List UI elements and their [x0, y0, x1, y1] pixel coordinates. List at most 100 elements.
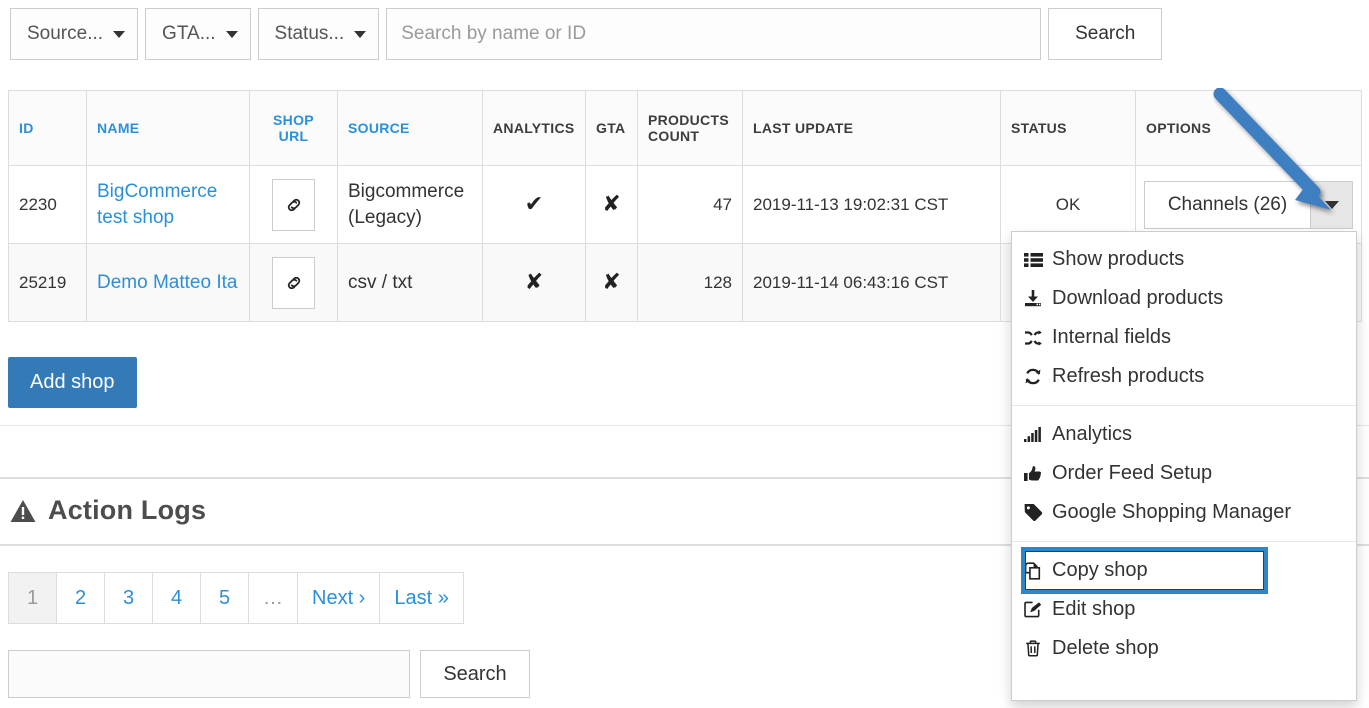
col-header-name[interactable]: NAME — [86, 90, 250, 166]
col-header-products-count: PRODUCTS COUNT — [637, 90, 743, 166]
menu-item-label: Edit shop — [1052, 598, 1136, 620]
menu-item-analytics[interactable]: Analytics — [1012, 415, 1356, 454]
caret-down-icon — [1324, 200, 1339, 209]
col-header-gta: GTA — [585, 90, 638, 166]
search-button[interactable]: Search — [1048, 8, 1163, 60]
menu-item-label: Show products — [1052, 248, 1185, 270]
menu-item-delete-shop[interactable]: Delete shop — [1012, 629, 1356, 668]
search-group: Search — [386, 8, 1163, 60]
col-header-id[interactable]: ID — [8, 90, 87, 166]
cell-gta: ✘ — [585, 243, 638, 322]
options-split-button: Channels (26) — [1144, 180, 1353, 229]
menu-item-label: Google Shopping Manager — [1052, 501, 1292, 523]
cross-icon: ✘ — [602, 269, 621, 294]
link-icon[interactable] — [272, 178, 315, 231]
page-next[interactable]: Next › — [297, 572, 381, 624]
table-header-row: ID NAME SHOP URL SOURCE ANALYTICS GTA PR… — [8, 90, 1362, 166]
menu-item-edit-shop[interactable]: Edit shop — [1012, 590, 1356, 629]
cell-name: BigCommerce test shop — [86, 165, 250, 244]
menu-item-label: Refresh products — [1052, 365, 1205, 387]
col-header-shop-url[interactable]: SHOP URL — [249, 90, 338, 166]
status-filter-select[interactable]: Status... — [257, 8, 380, 60]
col-header-options: OPTIONS — [1135, 90, 1362, 166]
cell-id: 2230 — [8, 165, 87, 244]
search-input[interactable] — [386, 8, 1042, 60]
cross-icon: ✘ — [602, 191, 621, 216]
caret-down-icon — [113, 31, 126, 38]
refresh-icon — [1020, 368, 1046, 385]
cell-products-count: 128 — [637, 243, 743, 322]
page-3[interactable]: 3 — [104, 572, 153, 624]
pagination: 1 2 3 4 5 … Next › Last » — [8, 572, 464, 624]
table-header: ID NAME SHOP URL SOURCE ANALYTICS GTA PR… — [8, 90, 1362, 166]
cell-source: csv / txt — [337, 243, 483, 322]
filter-bar: Source... GTA... Status... Search — [10, 8, 1163, 60]
menu-item-show-products[interactable]: Show products — [1012, 240, 1356, 279]
bar-chart-icon — [1020, 427, 1046, 442]
download-icon — [1020, 290, 1046, 307]
logs-search-button[interactable]: Search — [420, 650, 530, 698]
cell-last-update: 2019-11-13 19:02:31 CST — [742, 165, 1001, 244]
cell-analytics: ✔ — [482, 165, 586, 244]
page-ellipsis: … — [248, 572, 298, 624]
page-5[interactable]: 5 — [200, 572, 249, 624]
tag-icon — [1020, 504, 1046, 521]
trash-icon — [1020, 640, 1046, 657]
menu-item-copy-shop[interactable]: Copy shop — [1012, 547, 1356, 594]
col-header-last-update: LAST UPDATE — [742, 90, 1001, 166]
edit-icon — [1020, 601, 1046, 618]
menu-divider — [1012, 541, 1356, 542]
page-2[interactable]: 2 — [56, 572, 105, 624]
thumbs-up-icon — [1020, 465, 1046, 482]
col-header-status: STATUS — [1000, 90, 1136, 166]
warning-triangle-icon — [10, 499, 36, 523]
menu-item-label: Delete shop — [1052, 637, 1159, 659]
cell-products-count: 47 — [637, 165, 743, 244]
menu-item-internal-fields[interactable]: Internal fields — [1012, 318, 1356, 357]
menu-item-label: Internal fields — [1052, 326, 1171, 348]
action-logs-header: Action Logs — [10, 495, 206, 526]
caret-down-icon — [354, 31, 367, 38]
cell-id: 25219 — [8, 243, 87, 322]
cell-analytics: ✘ — [482, 243, 586, 322]
menu-item-label: Order Feed Setup — [1052, 462, 1213, 484]
menu-item-label: Analytics — [1052, 423, 1133, 445]
page-1: 1 — [8, 572, 57, 624]
col-header-source[interactable]: SOURCE — [337, 90, 483, 166]
cell-last-update: 2019-11-14 06:43:16 CST — [742, 243, 1001, 322]
shop-name-link[interactable]: BigCommerce test shop — [97, 181, 217, 228]
page-title: Action Logs — [48, 495, 207, 525]
page-4[interactable]: 4 — [152, 572, 201, 624]
gta-filter-label: GTA... — [162, 23, 216, 44]
cross-icon: ✘ — [524, 269, 544, 294]
page-last[interactable]: Last » — [379, 572, 464, 624]
gta-filter-select[interactable]: GTA... — [145, 8, 251, 60]
list-icon — [1020, 252, 1046, 268]
logs-search-group: Search — [8, 650, 530, 698]
page-root: Source... GTA... Status... Search ID — [0, 0, 1369, 708]
menu-item-label: Download products — [1052, 287, 1224, 309]
link-icon[interactable] — [272, 256, 315, 309]
add-shop-button[interactable]: Add shop — [8, 357, 137, 408]
menu-divider — [1012, 405, 1356, 406]
shuffle-icon — [1020, 329, 1046, 346]
menu-item-order-feed-setup[interactable]: Order Feed Setup — [1012, 454, 1356, 493]
logs-search-input[interactable] — [8, 650, 410, 698]
col-header-analytics: ANALYTICS — [482, 90, 586, 166]
check-icon: ✔ — [524, 191, 544, 216]
source-filter-select[interactable]: Source... — [10, 8, 139, 60]
cell-source: Bigcommerce (Legacy) — [337, 165, 483, 244]
source-filter-label: Source... — [27, 23, 104, 44]
caret-down-icon — [225, 31, 238, 38]
options-dropdown-menu: Show products Download products Internal… — [1011, 231, 1357, 701]
cell-gta: ✘ — [585, 165, 638, 244]
menu-item-download-products[interactable]: Download products — [1012, 279, 1356, 318]
shop-name-link[interactable]: Demo Matteo Ita — [97, 272, 237, 293]
cell-shop-url — [249, 243, 338, 322]
channels-button[interactable]: Channels (26) — [1144, 180, 1311, 229]
cell-name: Demo Matteo Ita — [86, 243, 250, 322]
status-filter-label: Status... — [274, 23, 345, 44]
menu-item-refresh-products[interactable]: Refresh products — [1012, 357, 1356, 396]
options-dropdown-toggle[interactable] — [1311, 180, 1353, 229]
menu-item-google-shopping-manager[interactable]: Google Shopping Manager — [1012, 493, 1356, 532]
